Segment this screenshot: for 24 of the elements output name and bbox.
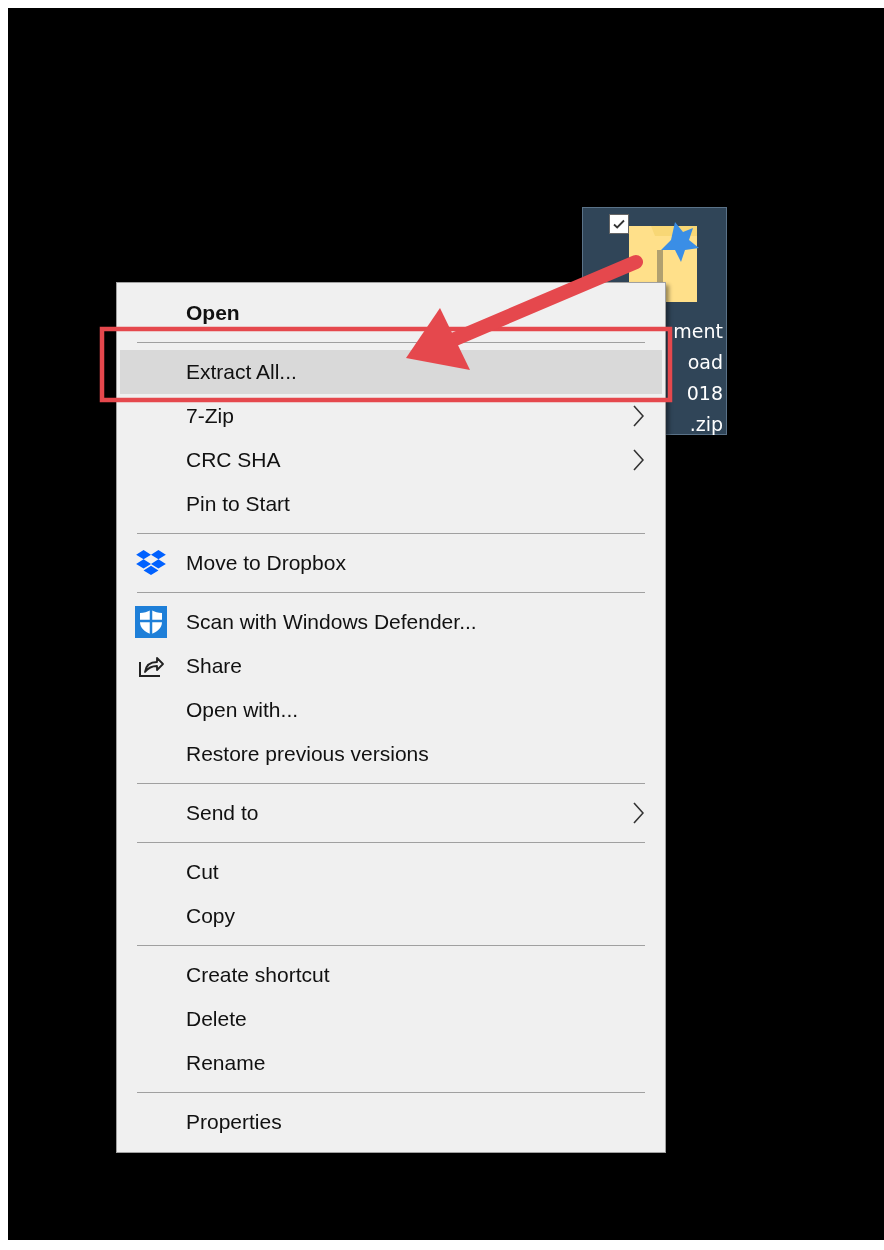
menu-item[interactable]: Scan with Windows Defender...: [120, 600, 662, 644]
file-name-text: 018: [686, 381, 723, 406]
menu-item[interactable]: Delete: [120, 997, 662, 1041]
menu-item[interactable]: Create shortcut: [120, 953, 662, 997]
menu-item[interactable]: Extract All...: [120, 350, 662, 394]
file-name-text: ment: [673, 319, 723, 344]
menu-item[interactable]: Copy: [120, 894, 662, 938]
menu-item[interactable]: Send to: [120, 791, 662, 835]
menu-item[interactable]: 7-Zip: [120, 394, 662, 438]
menu-item[interactable]: Open: [120, 291, 662, 335]
menu-item[interactable]: Properties: [120, 1100, 662, 1144]
menu-item[interactable]: Open with...: [120, 688, 662, 732]
menu-item[interactable]: Move to Dropbox: [120, 541, 662, 585]
dropbox-icon: [136, 550, 166, 576]
menu-item[interactable]: Pin to Start: [120, 482, 662, 526]
shield-icon: [135, 606, 167, 638]
menu-item[interactable]: Share: [120, 644, 662, 688]
file-name-text: oad: [687, 350, 723, 375]
menu-item[interactable]: Restore previous versions: [120, 732, 662, 776]
menu-item[interactable]: CRC SHA: [120, 438, 662, 482]
menu-item[interactable]: Rename: [120, 1041, 662, 1085]
menu-item[interactable]: Cut: [120, 850, 662, 894]
file-name-text: .zip: [689, 412, 723, 437]
checkbox[interactable]: [609, 214, 629, 234]
